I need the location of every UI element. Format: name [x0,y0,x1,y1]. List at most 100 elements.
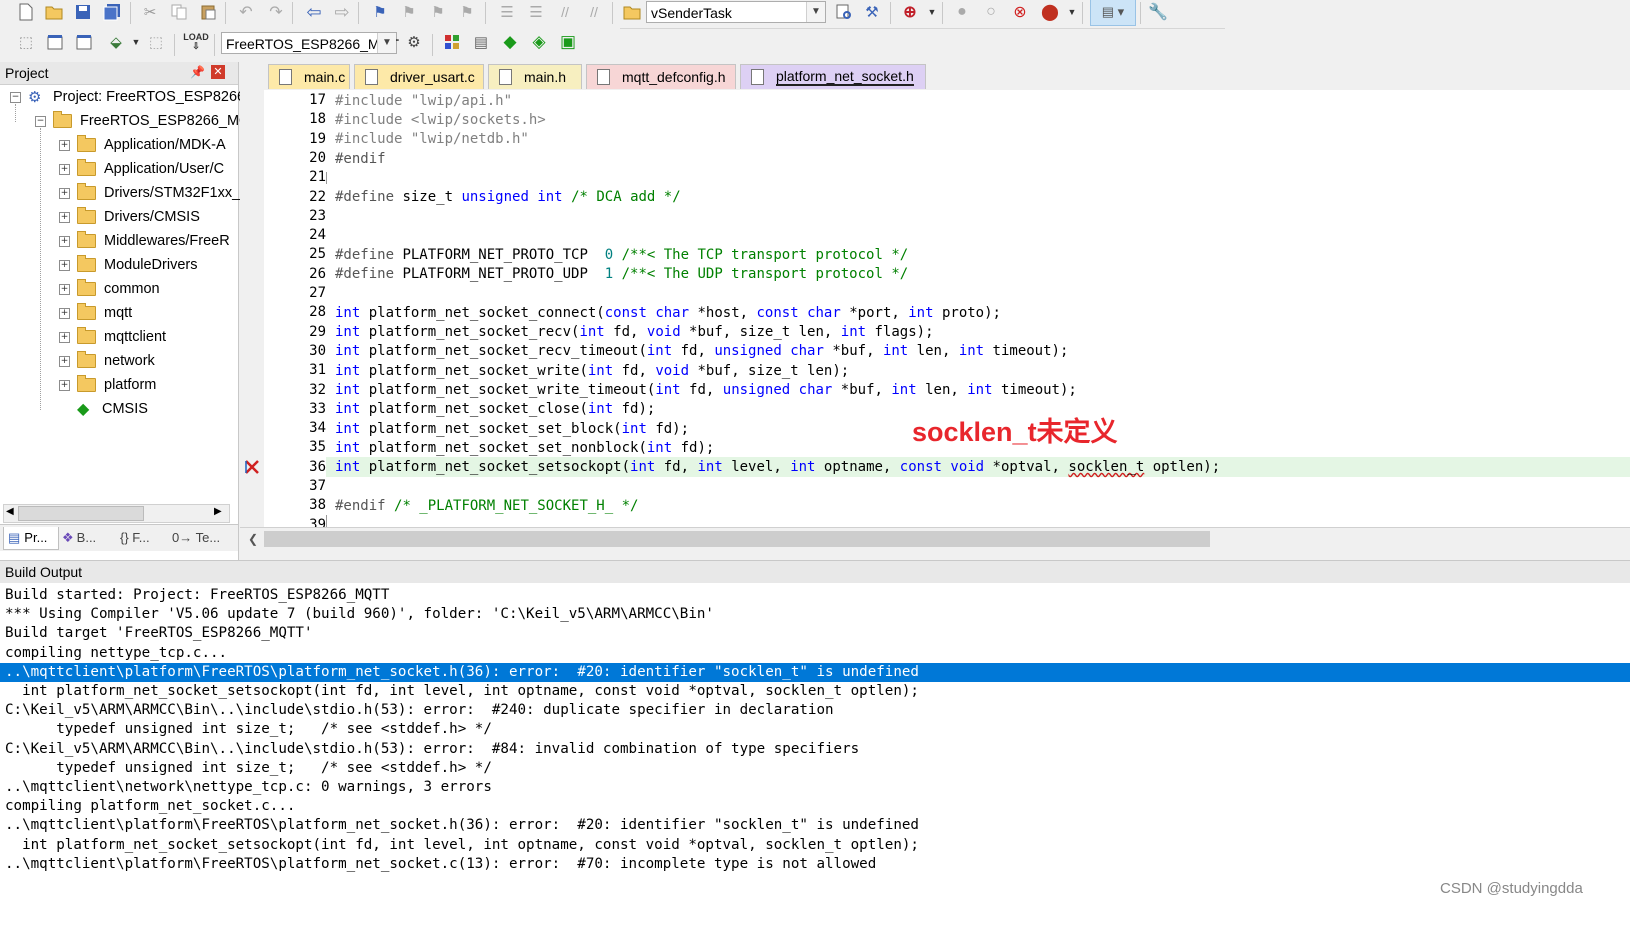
expand-icon[interactable]: + [59,331,70,343]
build-output-pane[interactable]: Build started: Project: FreeRTOS_ESP8266… [0,583,1630,935]
build-output-line[interactable]: ..\mqttclient\network\nettype_tcp.c: 0 w… [0,778,1630,797]
new-file-icon[interactable] [14,0,38,24]
project-target-combo[interactable]: FreeRTOS_ESP8266_MQT ▼ [221,32,399,54]
code-editor[interactable]: 17 18 19 20 21 22 23 24 25 26 27 28 29 30 31 32 33 34 35 36… [240,90,1630,527]
build-output-line[interactable]: C:\Keil_v5\ARM\ARMCC\Bin\..\include\stdi… [0,740,1630,759]
options-for-target-icon[interactable]: ⚙ [402,30,426,54]
breakpoint-disable-all-icon[interactable]: ⊗ [1008,0,1032,24]
bookmark-icon[interactable]: ⚑ [368,0,392,24]
tree-item-group[interactable]: + platform [59,374,156,396]
window-layout-icon[interactable]: ▤ ▾ [1090,0,1136,26]
tree-item-group[interactable]: + Application/User/C [59,158,224,180]
clear-bookmarks-icon[interactable]: ⚑ [455,0,479,24]
chevron-down-icon[interactable]: ▼ [920,0,944,24]
collapse-icon[interactable]: − [10,91,21,103]
find-in-files-icon[interactable] [620,0,644,24]
tree-item-group[interactable]: + network [59,350,155,372]
translate-icon[interactable]: ⬚ [14,30,38,54]
expand-icon[interactable]: + [59,259,70,271]
comment-icon[interactable]: // [553,0,577,24]
expand-icon[interactable]: + [59,355,70,367]
close-icon[interactable]: ✕ [211,65,225,79]
select-packs-icon[interactable]: ◆ [498,30,522,54]
scrollbar-thumb[interactable] [264,531,1210,547]
tree-item-group[interactable]: + Middlewares/FreeR [59,230,230,252]
scroll-left-icon[interactable]: ❮ [248,532,258,546]
build-output-line[interactable]: Build started: Project: FreeRTOS_ESP8266… [0,586,1630,605]
download-load-icon[interactable]: LOAD ⇩ [183,30,209,54]
tree-item-group[interactable]: + mqtt [59,302,132,324]
tree-item-group[interactable]: + ModuleDrivers [59,254,197,276]
tree-item-group[interactable]: + mqttclient [59,326,166,348]
tab-project[interactable]: ▤ Pr... [3,527,59,550]
breakpoint-kill-all-icon[interactable]: ⬤ [1038,0,1062,24]
scroll-right-icon[interactable]: ▶ [214,506,222,517]
tab-books[interactable]: ❖ B... [62,527,116,549]
expand-icon[interactable]: + [59,187,70,199]
redo-icon[interactable]: ↷ [264,0,288,24]
tree-item-group[interactable]: + Drivers/CMSIS [59,206,200,228]
expand-icon[interactable]: + [59,139,70,151]
paste-icon[interactable] [196,0,220,24]
stop-build-icon[interactable]: ⬚ [144,30,168,54]
tree-item-project[interactable]: − ⚙ Project: FreeRTOS_ESP8266_ [10,86,253,108]
build-icon[interactable] [43,30,67,54]
build-output-line-selected[interactable]: ..\mqttclient\platform\FreeRTOS\platform… [0,662,1630,682]
expand-icon[interactable]: + [59,283,70,295]
expand-icon[interactable]: + [59,307,70,319]
configure-icon[interactable]: 🔧 [1146,0,1170,24]
tree-item-cmsis[interactable]: ◆ CMSIS [59,398,148,420]
expand-icon[interactable]: + [59,235,70,247]
find-icon[interactable] [832,0,856,24]
manage-components-icon[interactable] [440,30,464,54]
incremental-find-icon[interactable]: ⚒ [860,0,884,24]
cut-icon[interactable]: ✂ [138,0,162,24]
expand-icon[interactable]: + [59,163,70,175]
tab-driver-usart-c[interactable]: driver_usart.c [354,64,484,89]
scroll-left-icon[interactable]: ◀ [6,506,14,517]
tree-item-group[interactable]: + common [59,278,160,300]
unindent-icon[interactable]: ☰ [524,0,548,24]
tab-main-c[interactable]: main.c [268,64,350,89]
open-folder-icon[interactable] [42,0,66,24]
breakpoint-insert-icon[interactable]: ● [950,0,974,24]
file-extensions-icon[interactable]: ▤ [469,30,493,54]
build-output-line[interactable]: compiling platform_net_socket.c... [0,797,1630,816]
collapse-icon[interactable]: − [35,115,46,127]
tab-templates[interactable]: 0→ Te... [172,527,232,549]
prev-bookmark-icon[interactable]: ⚑ [397,0,421,24]
build-output-line[interactable]: typedef unsigned int size_t; /* see <std… [0,720,1630,739]
tab-platform-net-socket-h[interactable]: platform_net_socket.h [740,64,926,89]
tab-main-h[interactable]: main.h [488,64,582,89]
project-horizontal-scrollbar[interactable]: ◀ ▶ [3,504,230,523]
build-output-line[interactable]: *** Using Compiler 'V5.06 update 7 (buil… [0,605,1630,624]
build-output-line[interactable]: C:\Keil_v5\ARM\ARMCC\Bin\..\include\stdi… [0,701,1630,720]
tab-functions[interactable]: {} F... [120,527,166,549]
tree-item-group[interactable]: + Application/MDK-A [59,134,226,156]
build-output-line[interactable]: Build target 'FreeRTOS_ESP8266_MQTT' [0,624,1630,643]
expand-icon[interactable]: + [59,211,70,223]
undo-icon[interactable]: ↶ [234,0,258,24]
build-output-line[interactable]: int platform_net_socket_setsockopt(int f… [0,836,1630,855]
nav-back-icon[interactable]: ⇦ [302,0,326,24]
target-function-combo[interactable]: vSenderTask ▼ [646,1,826,23]
next-bookmark-icon[interactable]: ⚑ [426,0,450,24]
copy-icon[interactable] [167,0,191,24]
editor-horizontal-scrollbar[interactable]: ❮ [240,527,1630,552]
pack-installer-icon[interactable]: ◈ [527,30,551,54]
save-all-icon[interactable] [100,0,124,24]
debug-session-icon[interactable]: ⊕ [898,0,922,24]
tab-mqtt-defconfig-h[interactable]: mqtt_defconfig.h [586,64,736,89]
build-output-line[interactable]: ..\mqttclient\platform\FreeRTOS\platform… [0,816,1630,835]
uncomment-icon[interactable]: // [582,0,606,24]
breakpoint-enable-icon[interactable]: ○ [979,0,1003,24]
build-output-line[interactable]: compiling nettype_tcp.c... [0,644,1630,663]
expand-icon[interactable]: + [59,379,70,391]
pin-icon[interactable]: 📌 [190,65,205,79]
indent-icon[interactable]: ☰ [495,0,519,24]
run-time-environment-icon[interactable]: ▣ [556,30,580,54]
save-icon[interactable] [71,0,95,24]
chevron-down-icon[interactable]: ▼ [1060,0,1084,24]
build-output-line[interactable]: ..\mqttclient\platform\FreeRTOS\platform… [0,855,1630,874]
scrollbar-thumb[interactable] [18,506,144,521]
